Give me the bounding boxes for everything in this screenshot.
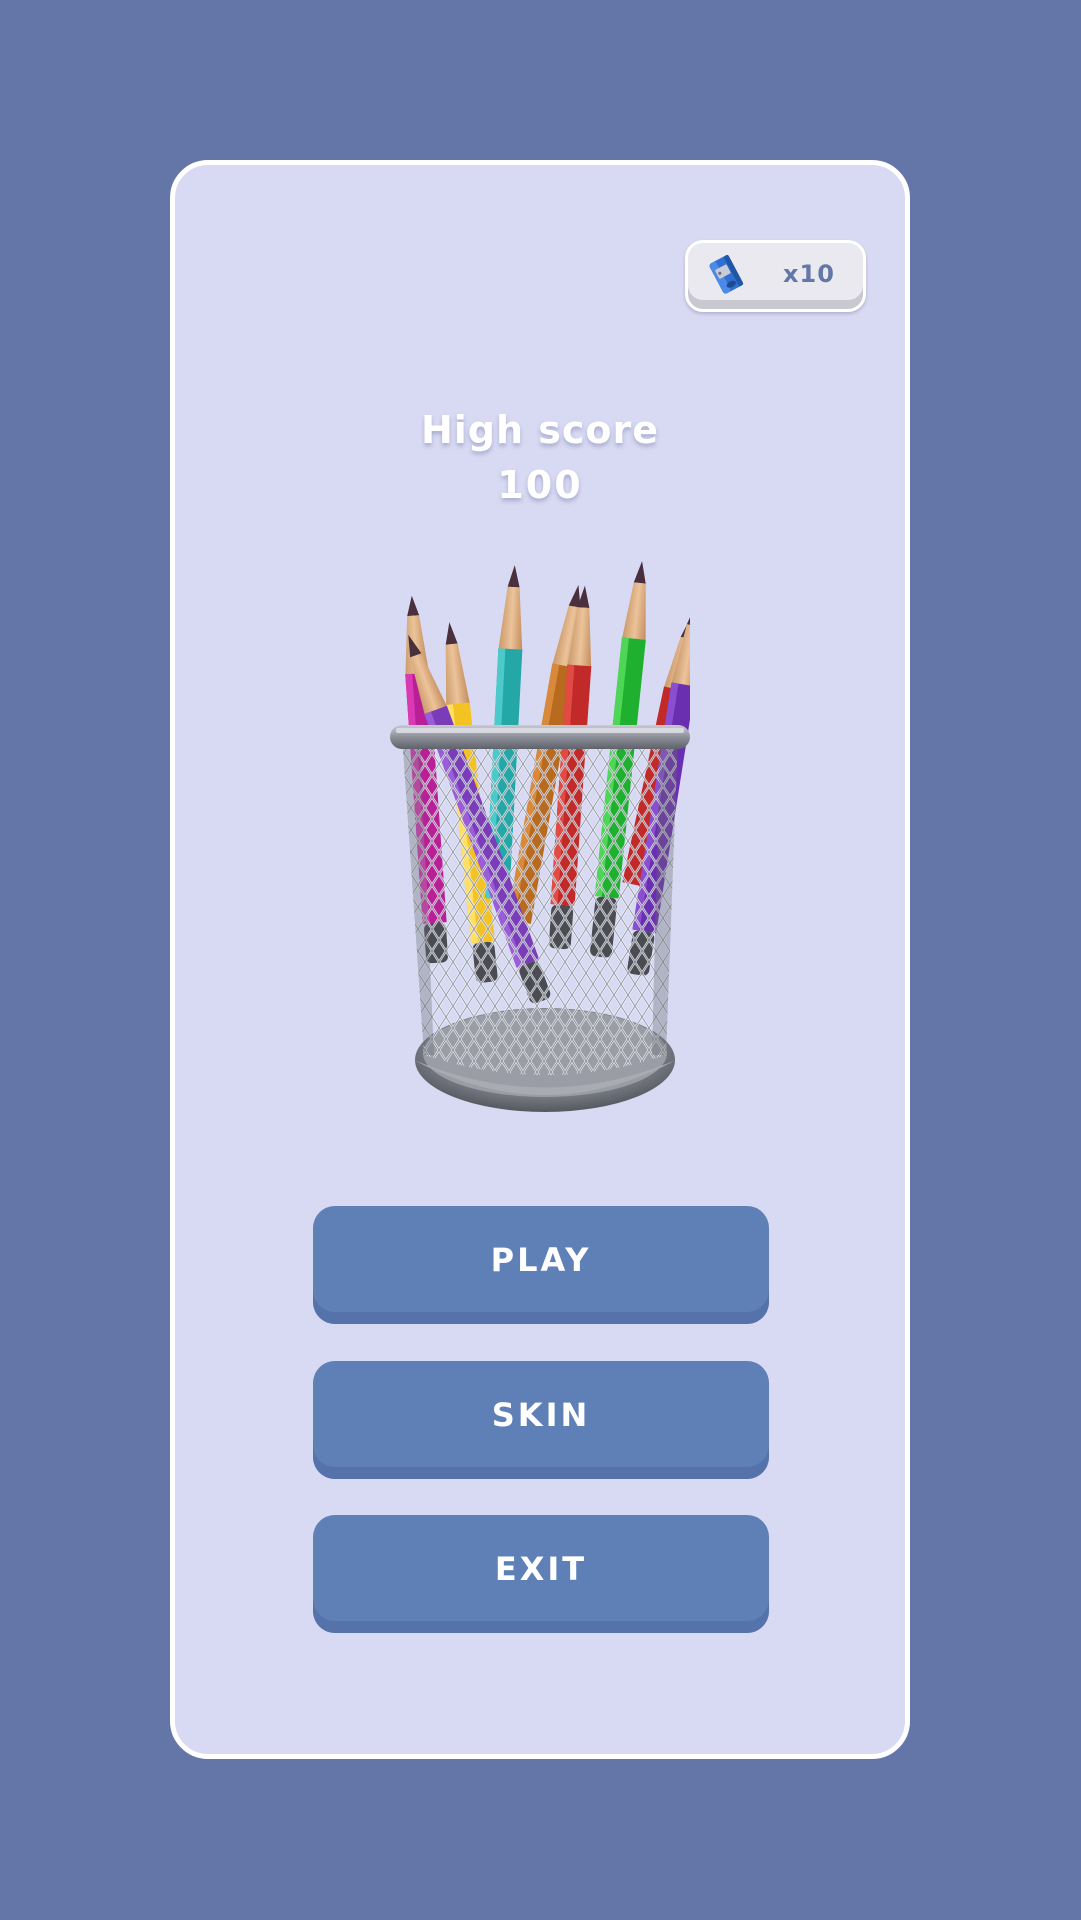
high-score-label: High score	[420, 408, 660, 452]
sharpener-count: x10	[783, 260, 835, 288]
pencil-sharpener-icon	[709, 255, 744, 294]
pencil-cup-image	[390, 561, 690, 1112]
skin-button[interactable]: SKIN	[313, 1361, 769, 1479]
high-score-value: 100	[497, 463, 583, 507]
sharpener-counter: x10	[685, 240, 866, 312]
exit-button[interactable]: EXIT	[313, 1515, 769, 1633]
play-button[interactable]: PLAY	[313, 1206, 769, 1324]
